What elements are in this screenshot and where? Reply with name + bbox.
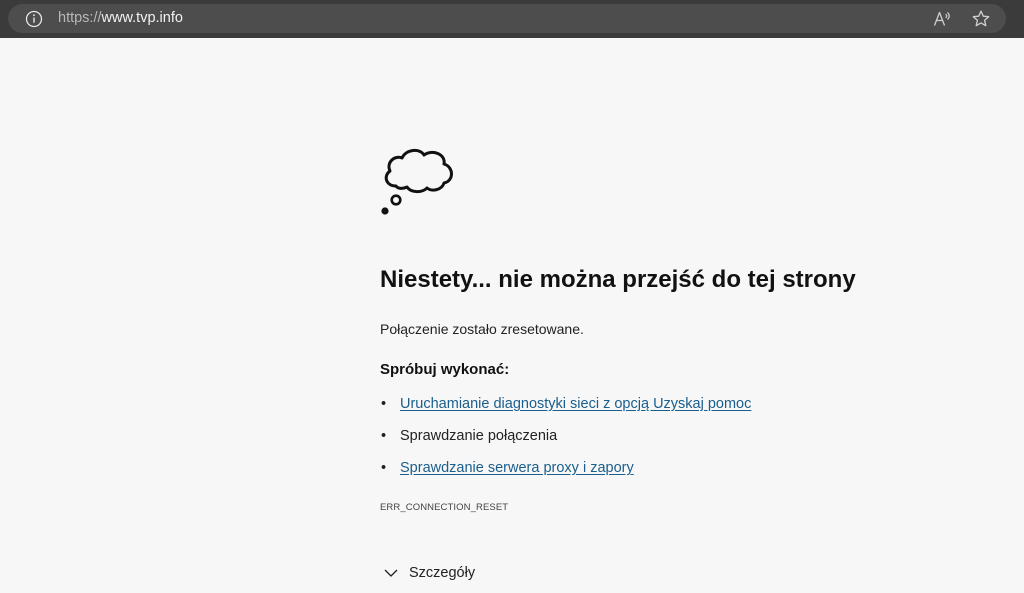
error-code: ERR_CONNECTION_RESET xyxy=(380,502,509,513)
chevron-down-icon xyxy=(384,569,398,577)
browser-toolbar: https://www.tvp.info xyxy=(0,0,1024,38)
bullet: • xyxy=(381,428,387,444)
error-title: Niestety... nie można przejść do tej str… xyxy=(380,266,856,293)
list-item: • Sprawdzanie połączenia xyxy=(380,427,900,459)
url-host: www.tvp.info xyxy=(101,10,183,26)
read-aloud-icon[interactable] xyxy=(932,9,952,29)
proxy-firewall-link[interactable]: Sprawdzanie serwera proxy i zapory xyxy=(400,460,634,476)
list-item: • Sprawdzanie serwera proxy i zapory xyxy=(380,459,900,491)
url-text[interactable]: https://www.tvp.info xyxy=(58,10,183,27)
info-icon[interactable] xyxy=(25,10,43,28)
check-connection-text: Sprawdzanie połączenia xyxy=(400,428,558,444)
bullet: • xyxy=(381,460,387,476)
address-bar[interactable]: https://www.tvp.info xyxy=(8,4,1006,33)
error-description: Połączenie zostało zresetowane. xyxy=(380,321,584,337)
suggestions-list: • Uruchamianie diagnostyki sieci z opcją… xyxy=(380,395,900,491)
cloud-icon xyxy=(381,149,453,215)
favorite-icon[interactable] xyxy=(971,9,991,29)
details-label: Szczegóły xyxy=(409,565,476,581)
list-item: • Uruchamianie diagnostyki sieci z opcją… xyxy=(380,395,900,427)
suggestions-heading: Spróbuj wykonać: xyxy=(380,361,510,378)
network-diagnostics-link[interactable]: Uruchamianie diagnostyki sieci z opcją U… xyxy=(400,396,751,412)
bullet: • xyxy=(381,396,387,412)
url-scheme: https:// xyxy=(58,10,102,26)
